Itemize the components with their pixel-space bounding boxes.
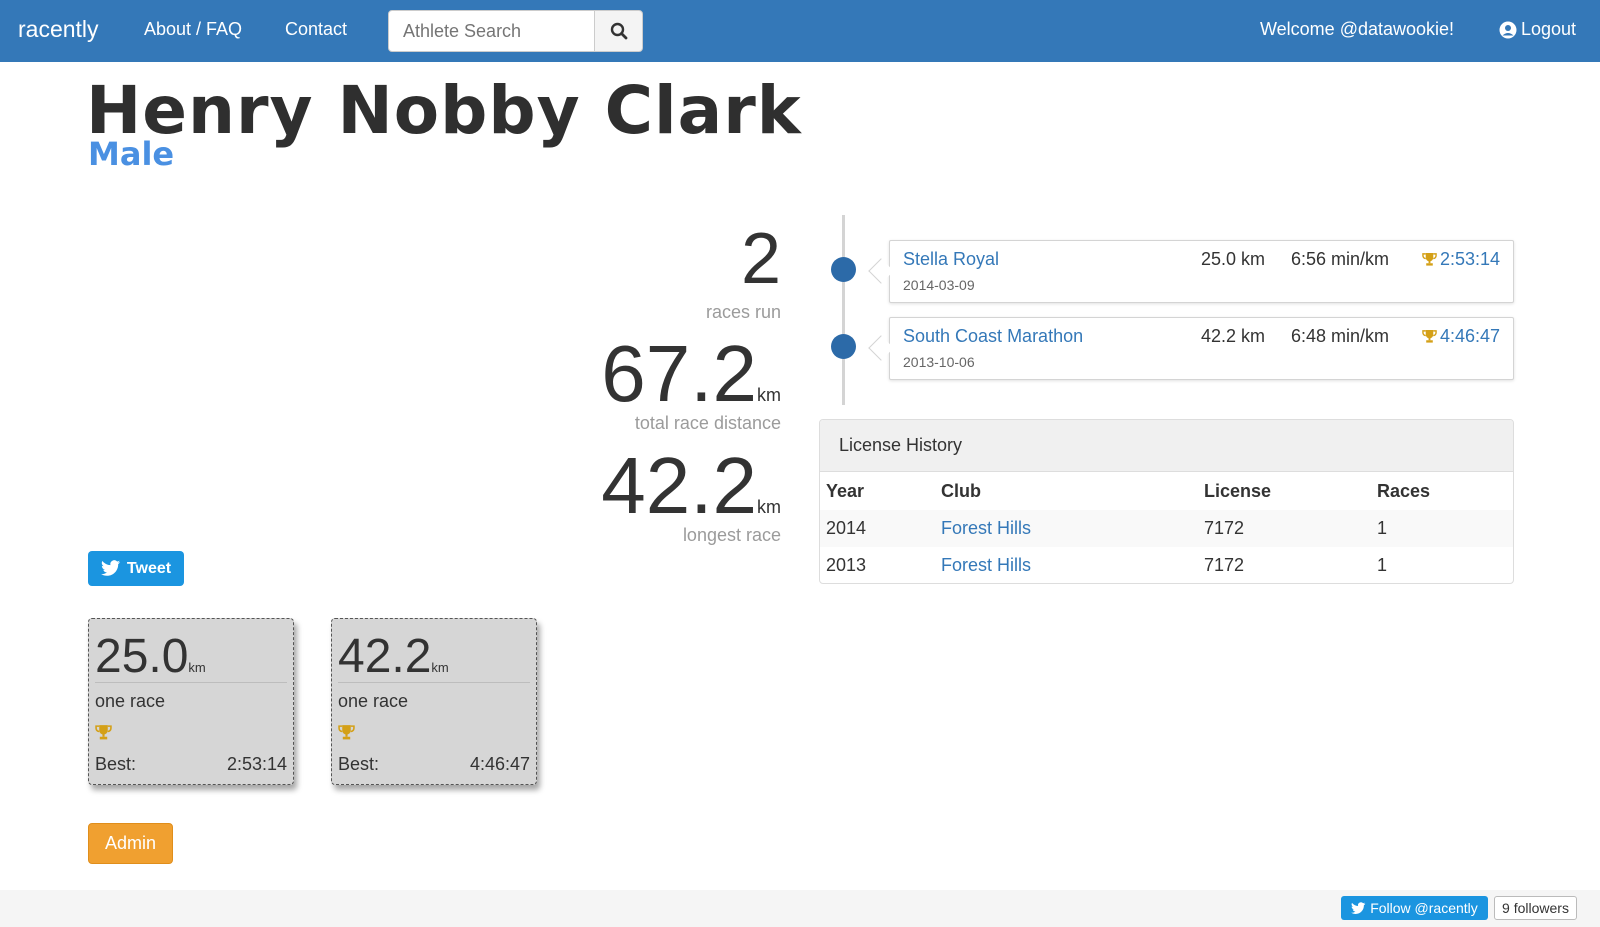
athlete-name: Henry Nobby Clark [86, 72, 802, 149]
card-divider [95, 682, 287, 683]
total-distance-label: total race distance [634, 413, 781, 433]
cell-license: 7172 [1204, 555, 1245, 575]
nav-about-link[interactable]: About / FAQ [144, 19, 242, 40]
card-divider [338, 682, 530, 683]
trophy-icon [1422, 252, 1437, 266]
total-distance-unit: km [757, 385, 781, 405]
license-history-panel: License History Year Club License Races … [819, 419, 1514, 584]
license-table: Year Club License Races 2014 Forest Hill… [820, 472, 1513, 583]
race-name-link[interactable]: South Coast Marathon [903, 326, 1083, 347]
trophy-icon [95, 725, 112, 740]
follow-label: Follow @racently [1370, 900, 1478, 916]
card-best-time: 2:53:14 [226, 754, 287, 774]
cell-races: 1 [1371, 510, 1513, 547]
cell-year: 2013 [826, 555, 867, 575]
athlete-search-input[interactable] [388, 10, 595, 52]
timeline-line [842, 215, 845, 405]
races-run-value: 2 [740, 219, 781, 299]
timeline-race-card: Stella Royal 2014-03-09 25.0 km 6:56 min… [889, 240, 1514, 303]
col-license: License [1204, 480, 1272, 501]
trophy-icon [1422, 329, 1437, 343]
tweet-button[interactable]: Tweet [88, 551, 184, 586]
card-distance: 25.0km [95, 629, 206, 684]
cell-year: 2014 [820, 510, 935, 547]
cell-races: 1 [1377, 555, 1388, 575]
table-header-row: Year Club License Races [820, 472, 1513, 510]
distance-card[interactable]: 42.2km one race Best: 4:46:47 [331, 618, 537, 785]
race-pace: 6:48 min/km [1291, 326, 1390, 346]
longest-race-value: 42.2 [601, 441, 757, 530]
race-pace: 6:56 min/km [1291, 249, 1390, 269]
race-distance: 25.0 km [1201, 249, 1266, 269]
card-best-label: Best: [338, 754, 380, 774]
card-best-label: Best: [95, 754, 137, 774]
tweet-label: Tweet [126, 559, 172, 577]
race-time-link[interactable]: 4:46:47 [1422, 326, 1500, 347]
distance-card[interactable]: 25.0km one race Best: 2:53:14 [88, 618, 294, 785]
race-distance: 42.2 km [1201, 326, 1266, 346]
twitter-bird-icon [100, 560, 121, 576]
race-time-link[interactable]: 2:53:14 [1422, 249, 1500, 270]
search-button[interactable] [594, 10, 643, 52]
total-distance-stat: 67.2km [601, 328, 781, 420]
timeline-race-card: South Coast Marathon 2013-10-06 42.2 km … [889, 317, 1514, 380]
follow-button[interactable]: Follow @racently [1341, 896, 1488, 920]
club-link[interactable]: Forest Hills [935, 547, 1198, 583]
timeline-dot [831, 334, 856, 359]
logout-label: Logout [1521, 19, 1577, 39]
col-club: Club [941, 480, 981, 501]
card-distance-value: 42.2 [338, 630, 432, 683]
race-time: 2:53:14 [1439, 249, 1500, 269]
longest-race-stat: 42.2km [601, 440, 781, 532]
logout-link[interactable]: Logout [1499, 19, 1576, 40]
longest-race-label: longest race [682, 525, 781, 545]
card-distance-unit: km [188, 660, 206, 675]
club-link[interactable]: Forest Hills [935, 510, 1198, 547]
navbar: racently About / FAQ Contact Welcome @da… [0, 0, 1600, 62]
admin-button[interactable]: Admin [88, 823, 173, 864]
longest-race-unit: km [757, 497, 781, 517]
twitter-bird-icon [1351, 901, 1366, 914]
footer: Follow @racently 9 followers [0, 890, 1600, 927]
user-circle-icon [1499, 21, 1517, 38]
race-date: 2014-03-09 [903, 277, 975, 293]
card-best-time: 4:46:47 [469, 754, 530, 774]
trophy-icon [338, 725, 355, 740]
card-race-count: one race [338, 691, 409, 711]
followers-count[interactable]: 9 followers [1494, 896, 1577, 920]
col-races: Races [1377, 480, 1431, 501]
athlete-sex: Male [88, 135, 175, 173]
card-distance-unit: km [431, 660, 449, 675]
table-row: 2014 Forest Hills 7172 1 [820, 510, 1513, 547]
timeline-dot [831, 257, 856, 282]
brand-link[interactable]: racently [18, 16, 99, 43]
race-name-link[interactable]: Stella Royal [903, 249, 999, 270]
race-date: 2013-10-06 [903, 354, 975, 370]
cell-license: 7172 [1198, 510, 1371, 547]
race-time: 4:46:47 [1439, 326, 1500, 346]
card-race-count: one race [95, 691, 166, 711]
races-run-label: races run [705, 302, 781, 322]
card-distance-value: 25.0 [95, 630, 189, 683]
total-distance-value: 67.2 [601, 329, 757, 418]
search-icon [610, 22, 627, 40]
table-row: 2013 Forest Hills 7172 1 [820, 547, 1513, 583]
col-year: Year [826, 480, 865, 501]
welcome-text: Welcome @datawookie! [1260, 19, 1455, 39]
license-history-title: License History [820, 420, 1513, 472]
nav-contact-link[interactable]: Contact [285, 19, 347, 40]
card-distance: 42.2km [338, 629, 449, 684]
